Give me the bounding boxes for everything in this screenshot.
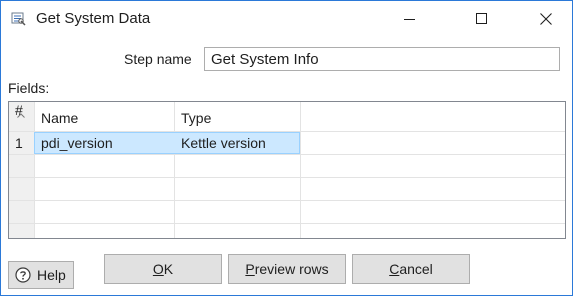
step-name-label: Step name <box>124 51 192 67</box>
row-divider <box>9 154 565 155</box>
cancel-button[interactable]: Cancel <box>352 254 470 284</box>
maximize-button[interactable] <box>459 1 505 37</box>
field-type-cell[interactable]: Kettle version <box>181 135 266 151</box>
minimize-button[interactable] <box>387 1 433 37</box>
ok-mnemonic: O <box>152 261 164 277</box>
ok-button[interactable]: OK <box>104 254 222 284</box>
title-bar[interactable]: Get System Data <box>1 1 572 37</box>
get-system-data-icon <box>11 11 27 27</box>
fields-table[interactable]: # Name Type 1 pdi_version Kettle version <box>8 101 566 239</box>
row-divider <box>9 200 565 201</box>
dialog-window: Get System Data Step name Get System Inf… <box>0 0 573 296</box>
cancel-mnemonic: C <box>389 261 400 277</box>
column-divider <box>34 102 35 238</box>
row-divider <box>9 223 565 224</box>
help-button[interactable]: Help <box>8 261 74 289</box>
column-divider <box>174 102 175 238</box>
minimize-icon <box>404 19 415 20</box>
cancel-label-rest: ancel <box>399 261 433 277</box>
window-title: Get System Data <box>36 10 151 27</box>
row-divider <box>9 177 565 178</box>
close-button[interactable] <box>523 1 569 37</box>
question-circle-icon <box>15 267 31 286</box>
preview-rows-button[interactable]: Preview rows <box>228 254 346 284</box>
column-header-number[interactable]: # <box>15 102 23 132</box>
help-label: Help <box>37 267 66 283</box>
fields-label: Fields: <box>8 80 50 96</box>
maximize-icon <box>476 13 487 24</box>
preview-label-rest: review rows <box>254 261 329 277</box>
column-divider <box>300 102 301 238</box>
preview-mnemonic: P <box>245 261 255 277</box>
close-icon <box>540 13 552 25</box>
field-name-cell[interactable]: pdi_version <box>41 135 113 151</box>
step-name-field[interactable]: Get System Info <box>204 47 560 71</box>
row-number-cell: 1 <box>15 135 23 151</box>
ok-label-rest: K <box>163 261 174 277</box>
